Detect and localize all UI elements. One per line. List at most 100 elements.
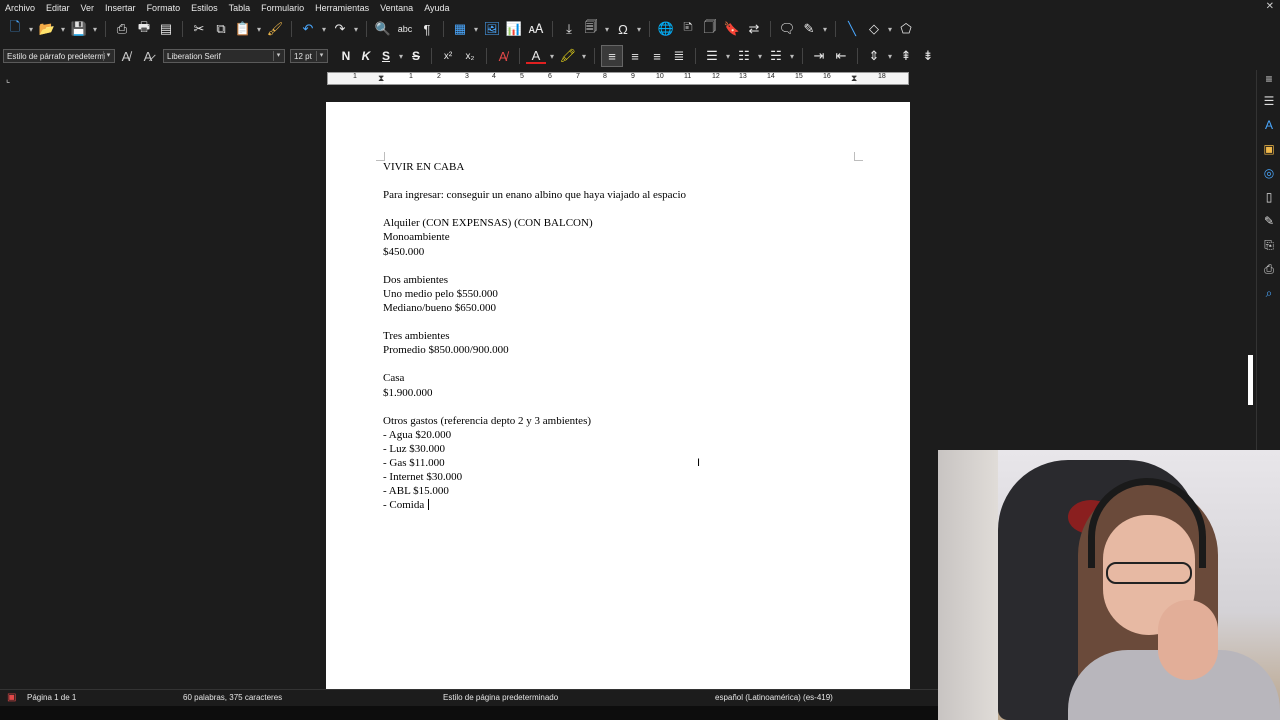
align-left-icon[interactable]: ≡ bbox=[601, 45, 623, 67]
print-preview-icon[interactable]: ▤ bbox=[156, 19, 176, 39]
increase-paragraph-spacing-icon[interactable]: ⇞ bbox=[896, 46, 916, 66]
chevron-down-icon[interactable]: ▾ bbox=[471, 19, 481, 39]
page-break-icon[interactable]: ⤓ bbox=[559, 19, 579, 39]
increase-indent-icon[interactable]: ⇥ bbox=[809, 46, 829, 66]
numbered-list-icon[interactable]: ☷ bbox=[734, 46, 754, 66]
chevron-down-icon[interactable]: ▾ bbox=[602, 19, 612, 39]
find-replace-icon[interactable]: 🔍 bbox=[373, 19, 393, 39]
italic-button[interactable]: K bbox=[356, 49, 376, 63]
chevron-down-icon[interactable]: ▾ bbox=[820, 19, 830, 39]
strikethrough-button[interactable]: S bbox=[406, 49, 426, 63]
font-color-icon[interactable]: A bbox=[526, 48, 546, 64]
decrease-indent-icon[interactable]: ⇤ bbox=[831, 46, 851, 66]
insert-field-icon[interactable]: 🗐 bbox=[581, 19, 601, 39]
bold-button[interactable]: N bbox=[336, 49, 356, 63]
redo-icon[interactable]: ↷ bbox=[330, 19, 350, 39]
chevron-down-icon[interactable]: ▾ bbox=[273, 51, 283, 61]
menu-estilos[interactable]: Estilos bbox=[186, 0, 224, 16]
justify-icon[interactable]: ≣ bbox=[669, 46, 689, 66]
chevron-down-icon[interactable]: ▾ bbox=[316, 51, 326, 61]
tab-stop-selector-icon[interactable]: ⌞ bbox=[6, 74, 10, 85]
chevron-down-icon[interactable]: ▾ bbox=[885, 46, 895, 66]
chevron-down-icon[interactable]: ▾ bbox=[103, 51, 113, 61]
find-icon[interactable]: ⌕ bbox=[1261, 286, 1277, 302]
sidebar-menu-icon[interactable]: ≡ bbox=[1261, 72, 1277, 88]
menu-ayuda[interactable]: Ayuda bbox=[419, 0, 455, 16]
clear-formatting-icon[interactable]: A̸ bbox=[493, 46, 513, 66]
insert-image-icon[interactable]: 🖼 bbox=[482, 19, 502, 39]
chevron-down-icon[interactable]: ▾ bbox=[787, 46, 797, 66]
design-icon[interactable]: ⎙ bbox=[1261, 262, 1277, 278]
scrollbar-thumb[interactable] bbox=[1248, 355, 1253, 405]
underline-button[interactable]: S bbox=[376, 49, 396, 63]
menu-insertar[interactable]: Insertar bbox=[100, 0, 142, 16]
menu-tabla[interactable]: Tabla bbox=[224, 0, 257, 16]
line-spacing-icon[interactable]: ⇕ bbox=[864, 46, 884, 66]
menu-editar[interactable]: Editar bbox=[41, 0, 76, 16]
font-name-combo[interactable]: Liberation Serif ▾ bbox=[163, 49, 285, 63]
print-icon[interactable]: 🖶 bbox=[134, 19, 154, 39]
export-pdf-icon[interactable]: ⎙ bbox=[112, 19, 132, 39]
track-changes-icon[interactable]: ✎ bbox=[799, 19, 819, 39]
chevron-down-icon[interactable]: ▾ bbox=[723, 46, 733, 66]
page-style-status[interactable]: Estilo de página predeterminado bbox=[443, 693, 558, 702]
page-number-status[interactable]: Página 1 de 1 bbox=[27, 693, 76, 702]
menu-formato[interactable]: Formato bbox=[142, 0, 187, 16]
comment-icon[interactable]: 🗨 bbox=[777, 19, 797, 39]
insert-table-icon[interactable]: ▦ bbox=[450, 19, 470, 39]
highlight-color-icon[interactable]: 🖍 bbox=[558, 46, 578, 66]
navigator-icon[interactable]: ◎ bbox=[1261, 166, 1277, 182]
insert-textbox-icon[interactable]: 🗚 bbox=[526, 19, 546, 39]
horizontal-ruler[interactable]: 1 ⧗ 1 2 3 4 5 6 7 8 9 10 11 12 13 14 15 … bbox=[327, 72, 909, 85]
chevron-down-icon[interactable]: ▾ bbox=[579, 46, 589, 66]
special-character-icon[interactable]: Ω bbox=[613, 19, 633, 39]
chevron-down-icon[interactable]: ▾ bbox=[319, 19, 329, 39]
chevron-down-icon[interactable]: ▾ bbox=[90, 19, 100, 39]
menu-ver[interactable]: Ver bbox=[76, 0, 101, 16]
align-right-icon[interactable]: ≡ bbox=[647, 46, 667, 66]
decrease-paragraph-spacing-icon[interactable]: ⇟ bbox=[918, 46, 938, 66]
chevron-down-icon[interactable]: ▾ bbox=[254, 19, 264, 39]
bullet-list-icon[interactable]: ☰ bbox=[702, 46, 722, 66]
save-icon[interactable]: 💾 bbox=[69, 19, 89, 39]
basic-shapes-icon[interactable]: ◇ bbox=[864, 19, 884, 39]
properties-icon[interactable]: ☰ bbox=[1261, 94, 1277, 110]
chevron-down-icon[interactable]: ▾ bbox=[26, 19, 36, 39]
font-size-combo[interactable]: 12 pt ▾ bbox=[290, 49, 328, 63]
manage-changes-icon[interactable]: ⎘ bbox=[1261, 238, 1277, 254]
left-indent-marker-icon[interactable]: ⧗ bbox=[378, 73, 384, 84]
update-style-icon[interactable]: A̸ bbox=[116, 46, 136, 66]
menu-herramientas[interactable]: Herramientas bbox=[310, 0, 375, 16]
copy-icon[interactable]: ⧉ bbox=[211, 19, 231, 39]
word-count-status[interactable]: 60 palabras, 375 caracteres bbox=[183, 693, 282, 702]
outline-list-icon[interactable]: ☵ bbox=[766, 46, 786, 66]
chevron-down-icon[interactable]: ▾ bbox=[547, 46, 557, 66]
styles-icon[interactable]: A bbox=[1261, 118, 1277, 134]
menu-ventana[interactable]: Ventana bbox=[375, 0, 419, 16]
spelling-icon[interactable]: abc bbox=[395, 19, 415, 39]
undo-icon[interactable]: ↶ bbox=[298, 19, 318, 39]
document-page[interactable]: VIVIR EN CABA Para ingresar: conseguir u… bbox=[326, 102, 910, 689]
superscript-button[interactable]: x² bbox=[438, 46, 458, 66]
page-icon[interactable]: ▯ bbox=[1261, 190, 1277, 206]
style-inspector-icon[interactable]: ✎ bbox=[1261, 214, 1277, 230]
language-status[interactable]: español (Latinoamérica) (es-419) bbox=[715, 693, 833, 702]
hyperlink-icon[interactable]: 🌐 bbox=[656, 19, 676, 39]
cross-reference-icon[interactable]: ⇄ bbox=[744, 19, 764, 39]
insert-chart-icon[interactable]: 📊 bbox=[504, 19, 524, 39]
new-style-icon[interactable]: A̷ bbox=[138, 46, 158, 66]
chevron-down-icon[interactable]: ▾ bbox=[58, 19, 68, 39]
chevron-down-icon[interactable]: ▾ bbox=[885, 19, 895, 39]
chevron-down-icon[interactable]: ▾ bbox=[351, 19, 361, 39]
align-center-icon[interactable]: ≡ bbox=[625, 46, 645, 66]
cut-icon[interactable]: ✂ bbox=[189, 19, 209, 39]
menu-formulario[interactable]: Formulario bbox=[256, 0, 310, 16]
formatting-marks-icon[interactable]: ¶ bbox=[417, 19, 437, 39]
gallery-icon[interactable]: ▣ bbox=[1261, 142, 1277, 158]
insert-line-icon[interactable]: ╲ bbox=[842, 19, 862, 39]
bookmark-icon[interactable]: 🔖 bbox=[722, 19, 742, 39]
clone-formatting-icon[interactable]: 🖌 bbox=[265, 19, 285, 39]
draw-functions-icon[interactable]: ⬠ bbox=[896, 19, 916, 39]
right-indent-marker-icon[interactable]: ⧗ bbox=[851, 73, 857, 84]
subscript-button[interactable]: x₂ bbox=[460, 46, 480, 66]
